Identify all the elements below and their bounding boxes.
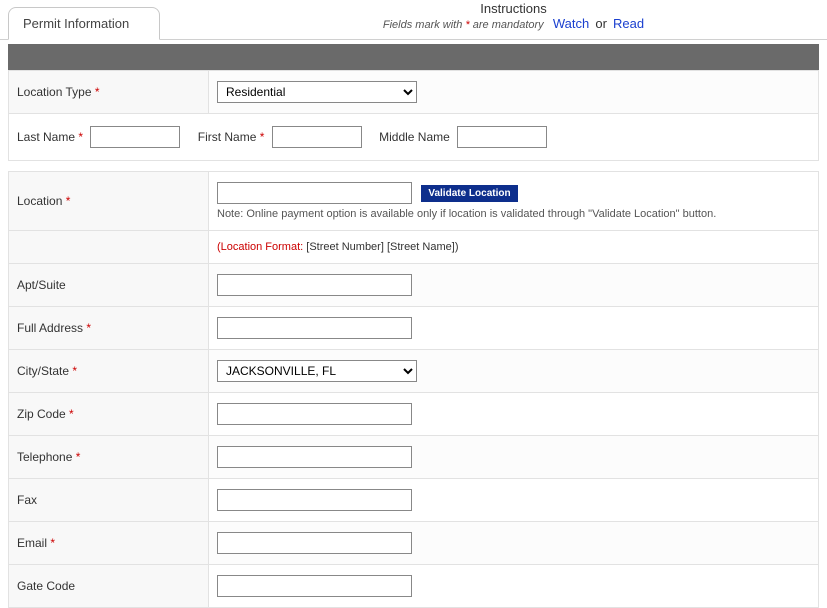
label-location-format-empty [9, 231, 209, 264]
read-link[interactable]: Read [613, 16, 644, 31]
label-text: Location [17, 194, 62, 208]
value-gate-code [209, 565, 819, 608]
value-telephone [209, 436, 819, 479]
label-first-name: First Name * [198, 130, 265, 144]
location-note: Note: Online payment option is available… [217, 208, 810, 220]
value-fax [209, 479, 819, 522]
row-zip-code: Zip Code * [9, 393, 819, 436]
label-text: Telephone [17, 450, 72, 464]
label-city-state: City/State * [9, 350, 209, 393]
tab-permit-information[interactable]: Permit Information [8, 7, 160, 40]
gate-code-input[interactable] [217, 575, 412, 597]
label-text: Apt/Suite [17, 278, 66, 292]
value-location-type: Residential [209, 71, 819, 114]
label-text: City/State [17, 364, 69, 378]
zip-code-input[interactable] [217, 403, 412, 425]
fax-input[interactable] [217, 489, 412, 511]
label-email: Email * [9, 522, 209, 565]
value-email [209, 522, 819, 565]
label-telephone: Telephone * [9, 436, 209, 479]
row-location-type: Location Type * Residential [9, 71, 819, 114]
row-gate-code: Gate Code [9, 565, 819, 608]
row-location-format: (Location Format: [Street Number] [Stree… [9, 231, 819, 264]
row-apt-suite: Apt/Suite [9, 264, 819, 307]
validate-location-button[interactable]: Validate Location [421, 185, 517, 202]
label-location-type: Location Type * [9, 71, 209, 114]
required-marker: * [76, 450, 81, 464]
location-input[interactable] [217, 182, 412, 204]
label-text: Full Address [17, 321, 83, 335]
instructions-block: Instructions Fields mark with * are mand… [200, 0, 827, 31]
label-text: Fax [17, 493, 37, 507]
telephone-input[interactable] [217, 446, 412, 468]
required-marker: * [78, 130, 83, 144]
required-marker: * [86, 321, 91, 335]
location-format-label: (Location Format: [217, 241, 303, 253]
value-full-address [209, 307, 819, 350]
label-text: Gate Code [17, 579, 75, 593]
apt-suite-input[interactable] [217, 274, 412, 296]
mandatory-prefix: Fields mark with [383, 19, 466, 31]
value-city-state: JACKSONVILLE, FL [209, 350, 819, 393]
label-location: Location * [9, 172, 209, 231]
value-zip-code [209, 393, 819, 436]
required-marker: * [50, 536, 55, 550]
row-telephone: Telephone * [9, 436, 819, 479]
city-state-select[interactable]: JACKSONVILLE, FL [217, 360, 417, 382]
required-marker: * [69, 407, 74, 421]
label-apt-suite: Apt/Suite [9, 264, 209, 307]
required-marker: * [66, 194, 71, 208]
top-bar: Permit Information Instructions Fields m… [0, 0, 827, 40]
label-fax: Fax [9, 479, 209, 522]
instructions-title: Instructions [200, 0, 827, 16]
section-header-bar [8, 44, 819, 70]
required-marker: * [72, 364, 77, 378]
label-text: Location Type [17, 85, 92, 99]
label-zip-code: Zip Code * [9, 393, 209, 436]
label-full-address: Full Address * [9, 307, 209, 350]
required-marker: * [95, 85, 100, 99]
row-location: Location * Validate Location Note: Onlin… [9, 172, 819, 231]
value-location-format: (Location Format: [Street Number] [Stree… [209, 231, 819, 264]
label-text: Zip Code [17, 407, 66, 421]
form-table-2: Location * Validate Location Note: Onlin… [8, 171, 819, 608]
row-city-state: City/State * JACKSONVILLE, FL [9, 350, 819, 393]
tab-label: Permit Information [23, 16, 129, 31]
row-full-address: Full Address * [9, 307, 819, 350]
row-fax: Fax [9, 479, 819, 522]
row-email: Email * [9, 522, 819, 565]
required-marker: * [260, 130, 265, 144]
value-location: Validate Location Note: Online payment o… [209, 172, 819, 231]
full-address-input[interactable] [217, 317, 412, 339]
last-name-input[interactable] [90, 126, 180, 148]
label-gate-code: Gate Code [9, 565, 209, 608]
location-format-hint: [Street Number] [Street Name]) [303, 241, 458, 253]
watch-link[interactable]: Watch [553, 16, 589, 31]
mandatory-suffix: are mandatory [470, 19, 544, 31]
middle-name-input[interactable] [457, 126, 547, 148]
label-text: Email [17, 536, 47, 550]
or-text: or [595, 16, 607, 31]
instructions-line: Fields mark with * are mandatory Watch o… [200, 16, 827, 31]
label-last-name: Last Name * [17, 130, 83, 144]
label-middle-name: Middle Name [379, 130, 450, 144]
location-type-select[interactable]: Residential [217, 81, 417, 103]
value-apt-suite [209, 264, 819, 307]
row-names: Last Name * First Name * Middle Name [8, 114, 819, 161]
first-name-input[interactable] [272, 126, 362, 148]
form-table: Location Type * Residential [8, 70, 819, 114]
email-input[interactable] [217, 532, 412, 554]
